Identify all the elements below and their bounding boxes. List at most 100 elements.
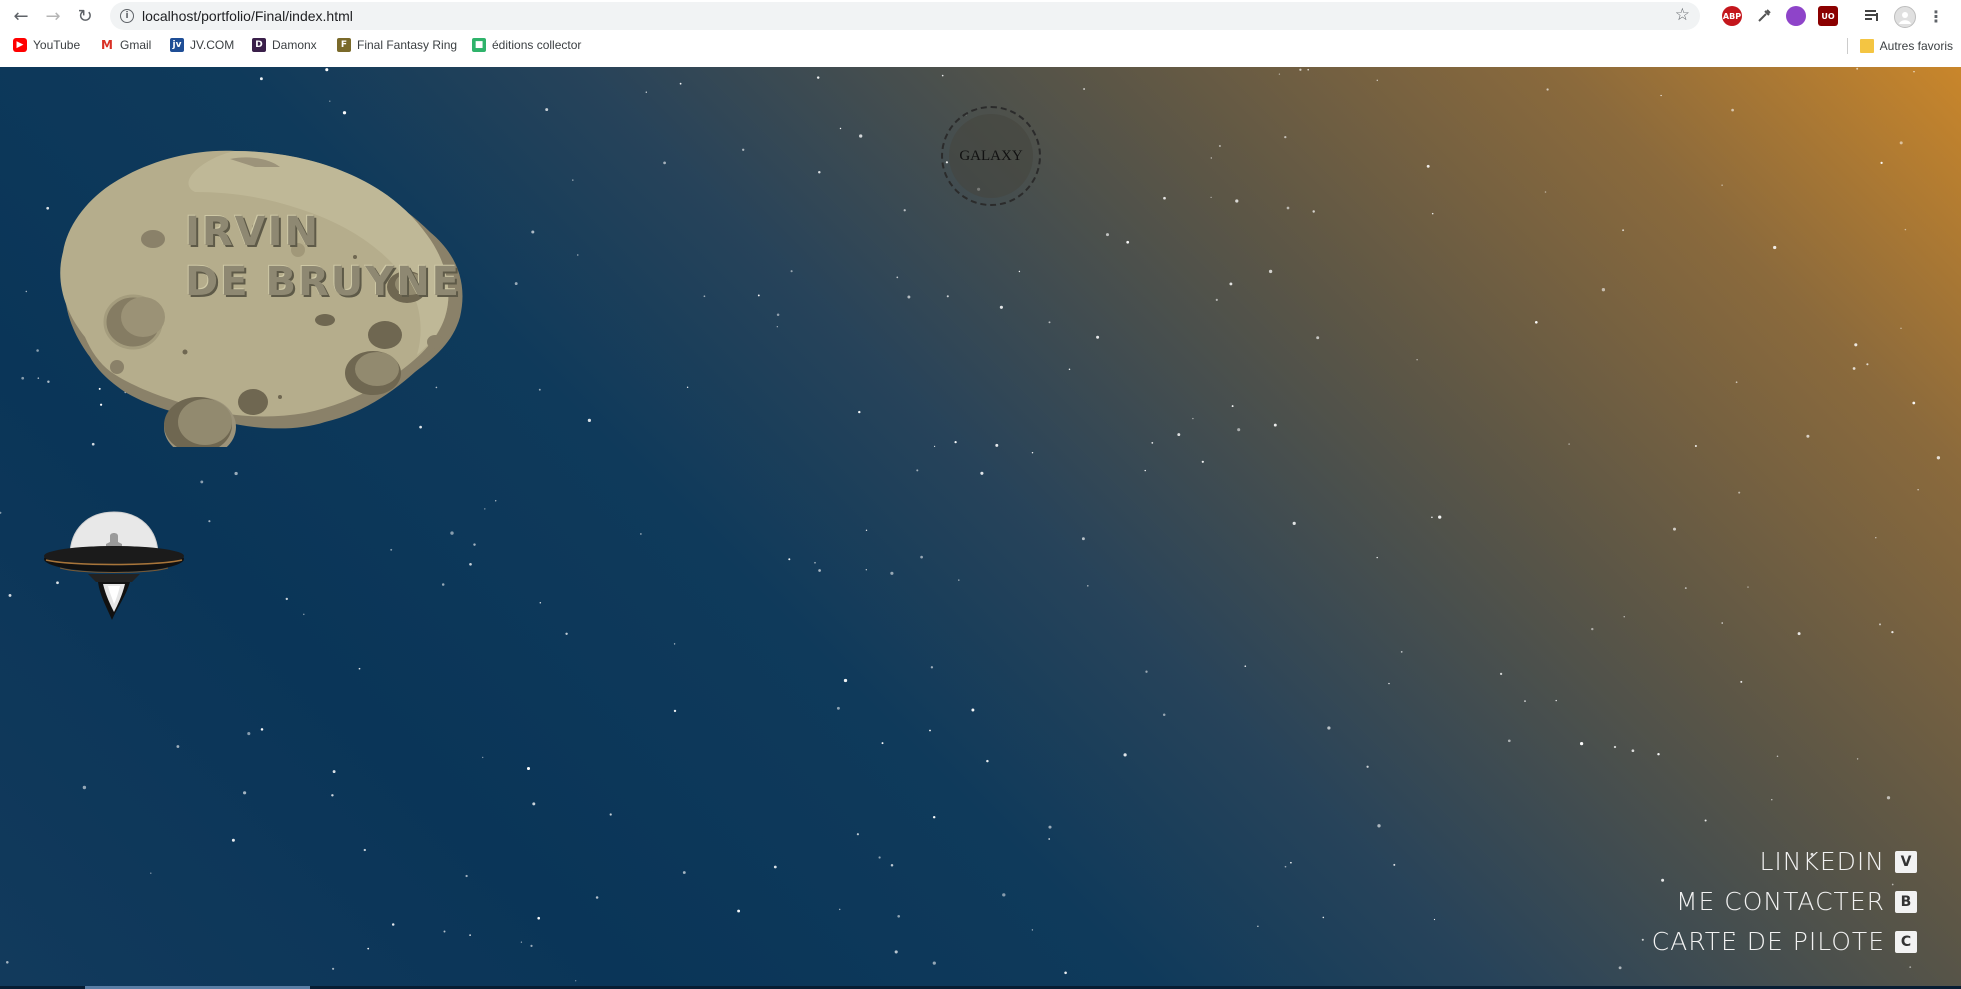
bookmark-star-icon[interactable]: ☆: [1675, 5, 1690, 25]
star: [1684, 587, 1687, 590]
profile-icon[interactable]: [1894, 6, 1916, 28]
star: [1886, 796, 1891, 800]
star: [572, 179, 574, 181]
star: [916, 469, 919, 472]
bookmark-other-folder[interactable]: Autres favoris: [1846, 38, 1953, 54]
jvcom-icon: jv: [170, 38, 184, 52]
star: [1268, 269, 1273, 274]
galaxy-label: GALAXY: [949, 114, 1033, 198]
star: [1031, 929, 1034, 931]
menu-item-linkedin[interactable]: LINKEDIN V: [1759, 847, 1917, 877]
star: [686, 386, 689, 388]
address-bar[interactable]: i localhost/portfolio/Final/index.html ☆: [110, 2, 1700, 30]
star: [645, 91, 647, 93]
star: [1721, 622, 1723, 624]
star: [896, 276, 899, 279]
star: [1105, 233, 1110, 237]
star: [1048, 321, 1051, 324]
info-icon[interactable]: i: [120, 9, 134, 23]
bookmark-collector[interactable]: ■ éditions collector: [472, 38, 581, 52]
star: [878, 856, 881, 859]
star: [1917, 489, 1919, 491]
star: [1721, 184, 1723, 186]
ublock-icon[interactable]: UO: [1818, 6, 1838, 26]
star: [532, 802, 536, 806]
back-button[interactable]: ←: [9, 4, 33, 28]
star: [971, 708, 975, 712]
bookmark-gmail[interactable]: M Gmail: [100, 38, 151, 52]
star: [1322, 916, 1325, 919]
site-title-line2: DE BRUYNE: [185, 259, 461, 305]
forward-button[interactable]: →: [41, 4, 65, 28]
reload-button[interactable]: ↻: [73, 4, 97, 28]
star: [243, 791, 247, 795]
menu-item-pilot-card[interactable]: CARTE DE PILOTE C: [1652, 927, 1917, 957]
bookmark-youtube[interactable]: ▶ YouTube: [13, 38, 80, 52]
bookmark-damonx[interactable]: D Damonx: [252, 38, 317, 52]
star: [46, 206, 50, 210]
star: [663, 161, 666, 165]
star: [1854, 343, 1858, 347]
star: [1162, 713, 1166, 717]
star: [1618, 966, 1622, 970]
star: [1163, 196, 1166, 200]
star: [342, 111, 347, 115]
url-text[interactable]: localhost/portfolio/Final/index.html: [142, 8, 353, 24]
star: [36, 349, 39, 352]
star: [865, 529, 868, 531]
star: [859, 134, 863, 138]
star: [673, 643, 676, 645]
menu-label-linkedin[interactable]: LINKEDIN: [1759, 847, 1885, 877]
star: [1123, 753, 1127, 757]
star: [473, 543, 476, 546]
bookmark-divider: [1846, 38, 1848, 54]
star: [609, 813, 612, 816]
bookmark-ffring[interactable]: F Final Fantasy Ring: [337, 38, 457, 52]
ufo-ship-icon[interactable]: [40, 504, 190, 634]
star: [565, 632, 568, 635]
star: [331, 794, 334, 797]
star: [1773, 245, 1777, 250]
menu-icon[interactable]: ⋮: [1926, 6, 1946, 26]
star: [21, 376, 25, 380]
adblock-icon[interactable]: ABP: [1722, 6, 1742, 26]
star: [836, 706, 840, 710]
star: [1083, 88, 1086, 90]
star: [1591, 627, 1594, 631]
galaxy-button[interactable]: GALAXY: [941, 106, 1041, 206]
menu-label-contact[interactable]: ME CONTACTER: [1676, 887, 1885, 917]
puzzle-icon[interactable]: [1786, 6, 1806, 26]
star: [358, 667, 361, 670]
folder-icon: [1859, 39, 1874, 53]
star: [932, 815, 936, 819]
star: [1880, 161, 1883, 165]
star: [1433, 918, 1436, 921]
star: [838, 908, 841, 911]
star: [1235, 199, 1239, 203]
star: [469, 562, 472, 566]
star: [1623, 616, 1625, 618]
star: [587, 418, 592, 422]
star: [1068, 368, 1071, 371]
star: [285, 597, 288, 601]
star: [1377, 824, 1381, 828]
star: [1856, 758, 1859, 760]
star: [1215, 298, 1218, 301]
star: [1273, 423, 1277, 427]
star: [1229, 282, 1233, 286]
star: [1393, 863, 1396, 866]
star: [1797, 632, 1801, 636]
menu-label-pilot-card[interactable]: CARTE DE PILOTE: [1652, 927, 1885, 957]
star: [595, 896, 599, 899]
media-icon[interactable]: [1862, 6, 1882, 26]
bookmark-jvcom[interactable]: jv JV.COM: [170, 38, 234, 52]
star: [303, 613, 305, 616]
star: [1913, 70, 1915, 73]
star: [999, 305, 1003, 309]
star: [1299, 68, 1302, 71]
ffring-icon: F: [337, 38, 351, 52]
menu-item-contact[interactable]: ME CONTACTER B: [1676, 887, 1917, 917]
site-title-line1: IRVIN: [185, 209, 320, 255]
star: [1192, 417, 1194, 420]
eyedropper-icon[interactable]: [1754, 6, 1774, 26]
